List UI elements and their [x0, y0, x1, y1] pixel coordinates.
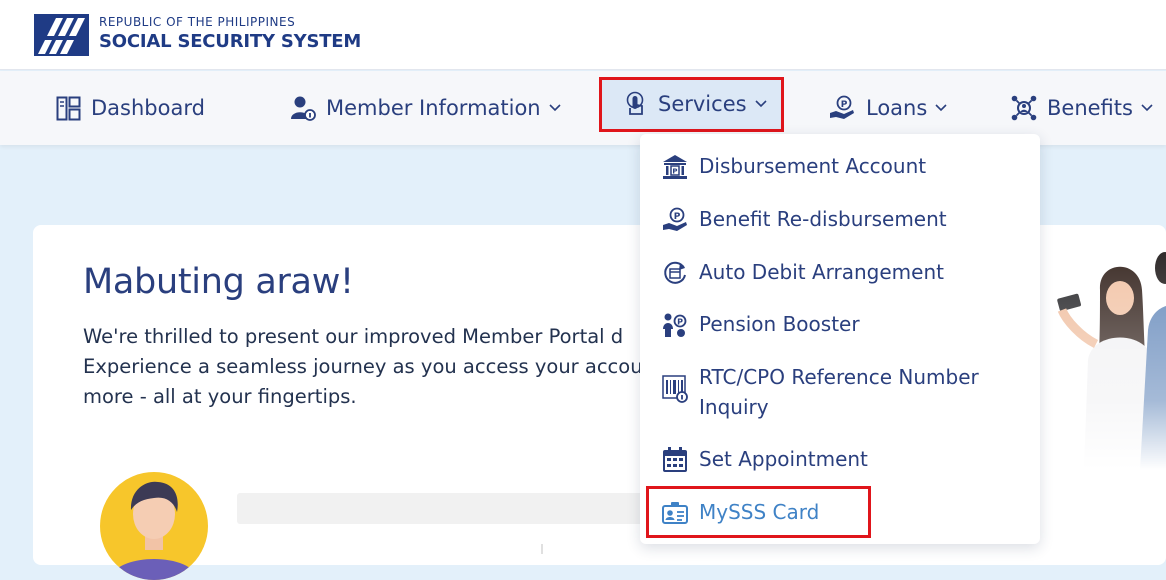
intro-line: We're thrilled to present our improved M… — [83, 325, 624, 348]
loans-icon: P — [830, 95, 854, 119]
republic-label: REPUBLIC OF THE PHILIPPINES — [99, 15, 296, 29]
nav-dashboard[interactable]: Dashboard — [56, 71, 205, 145]
hand-coin-icon: P — [663, 207, 687, 231]
svg-text:P: P — [672, 168, 677, 176]
nav-services[interactable]: Services — [601, 78, 781, 130]
nav-member-information-label: Member Information — [326, 96, 541, 120]
menu-item-set-appointment[interactable]: Set Appointment — [662, 444, 1019, 474]
menu-item-rtc-cpo-reference-inquiry[interactable]: RTC/CPO Reference Number Inquiry — [662, 362, 1019, 422]
menu-item-pension-booster[interactable]: P Pension Booster — [662, 309, 1019, 339]
intro-line: more - all at your fingertips. — [83, 385, 357, 408]
menu-item-label: Benefit Re-disbursement — [699, 207, 947, 231]
chevron-down-icon — [1141, 104, 1153, 112]
services-dropdown-menu: P Disbursement Account P Benefit Re-disb… — [640, 134, 1040, 544]
menu-item-mysss-card[interactable]: MySSS Card — [662, 497, 1019, 527]
menu-item-auto-debit-arrangement[interactable]: Auto Debit Arrangement — [662, 257, 1019, 287]
menu-item-label: Pension Booster — [699, 312, 860, 336]
menu-item-label: RTC/CPO Reference Number Inquiry — [699, 365, 979, 419]
pension-booster-icon: P — [663, 313, 687, 337]
calendar-icon — [663, 447, 687, 472]
user-avatar — [100, 472, 208, 580]
svg-text:P: P — [677, 318, 683, 327]
menu-item-label: MySSS Card — [699, 500, 820, 524]
nav-loans-label: Loans — [866, 96, 928, 120]
auto-debit-icon — [664, 261, 686, 284]
benefits-icon — [1011, 95, 1037, 121]
sss-logo-icon[interactable] — [34, 14, 89, 56]
intro-text: We're thrilled to present our improved M… — [83, 322, 643, 412]
svg-text:P: P — [674, 212, 681, 222]
menu-item-label: Disbursement Account — [699, 154, 927, 178]
placeholder-divider — [541, 544, 543, 554]
nav-benefits-label: Benefits — [1047, 96, 1133, 120]
svg-text:P: P — [841, 100, 848, 110]
menu-item-benefit-re-disbursement[interactable]: P Benefit Re-disbursement — [662, 204, 1019, 234]
agency-name: SOCIAL SECURITY SYSTEM — [99, 31, 362, 52]
menu-item-label: Set Appointment — [699, 447, 868, 471]
dashboard-icon — [56, 96, 81, 120]
menu-item-disbursement-account[interactable]: P Disbursement Account — [662, 151, 1019, 181]
greeting-heading: Mabuting araw! — [83, 262, 354, 302]
chevron-down-icon — [549, 104, 561, 112]
loading-placeholder — [237, 493, 657, 524]
site-header: REPUBLIC OF THE PHILIPPINES SOCIAL SECUR… — [0, 0, 1166, 70]
chevron-down-icon — [754, 100, 767, 108]
nav-services-label: Services — [658, 92, 747, 116]
chevron-down-icon — [935, 104, 947, 112]
nav-member-information[interactable]: Member Information — [290, 71, 561, 145]
services-touch-icon — [626, 91, 644, 115]
menu-item-label: Auto Debit Arrangement — [699, 260, 944, 284]
bank-icon: P — [663, 155, 687, 179]
nav-dashboard-label: Dashboard — [91, 96, 205, 120]
id-card-icon — [662, 502, 688, 524]
barcode-icon — [662, 375, 688, 403]
member-info-icon — [291, 96, 316, 121]
hero-photo-people — [1040, 240, 1166, 470]
intro-line: Experience a seamless journey as you acc… — [83, 355, 643, 378]
